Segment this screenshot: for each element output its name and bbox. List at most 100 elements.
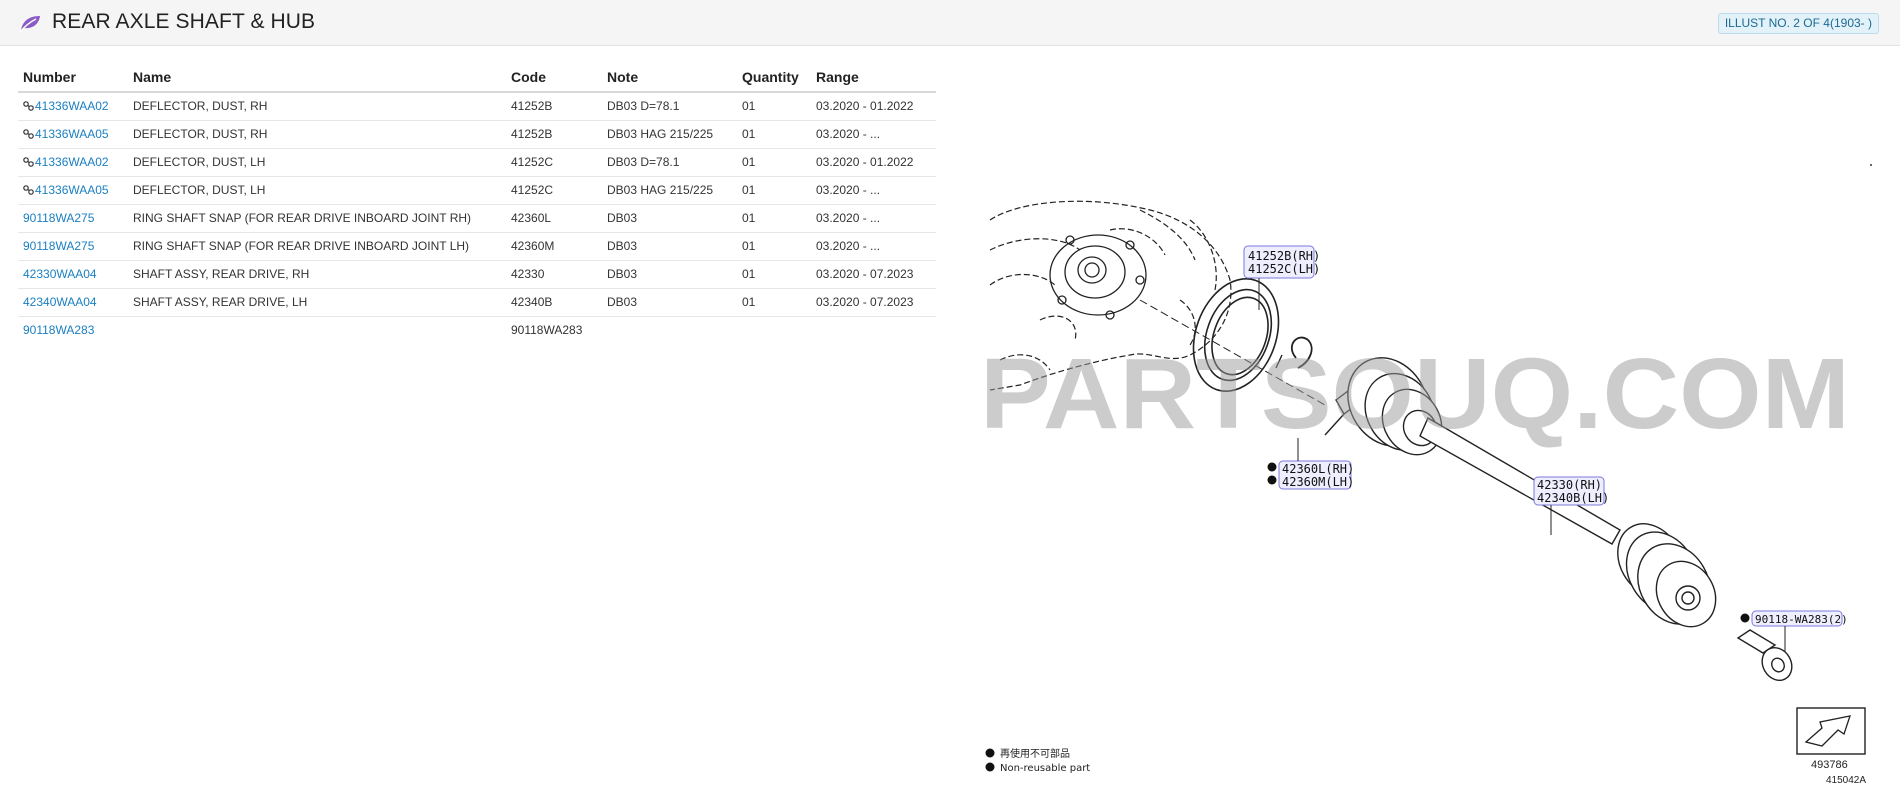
column-header-code[interactable]: Code bbox=[506, 62, 602, 93]
part-name-cell: SHAFT ASSY, REAR DRIVE, RH bbox=[128, 260, 506, 289]
illust-number-badge: ILLUST NO. 2 OF 4(1903- ) bbox=[1717, 13, 1879, 34]
part-code-cell: 42340B bbox=[506, 288, 602, 317]
part-number-link[interactable]: 41336WAA05 bbox=[35, 183, 109, 197]
part-name-cell: SHAFT ASSY, REAR DRIVE, LH bbox=[128, 288, 506, 317]
callout-shaft-lh: 42340B(LH) bbox=[1537, 491, 1609, 505]
column-header-note[interactable]: Note bbox=[602, 62, 737, 93]
callout-snap-rh: 42360L(RH) bbox=[1282, 462, 1354, 476]
leaf-icon bbox=[19, 16, 40, 33]
hub-flange-drawing bbox=[1049, 234, 1147, 320]
part-code-cell: 42360M bbox=[506, 232, 602, 261]
part-code-cell: 41252C bbox=[506, 176, 602, 205]
part-number-link[interactable]: 90118WA283 bbox=[23, 323, 94, 337]
page-header: REAR AXLE SHAFT & HUB ILLUST NO. 2 OF 4(… bbox=[0, 0, 1900, 46]
part-name-cell: DEFLECTOR, DUST, LH bbox=[128, 176, 506, 205]
link-icon bbox=[23, 129, 34, 139]
link-icon bbox=[23, 157, 34, 167]
part-note-cell: DB03 bbox=[602, 288, 737, 317]
link-icon bbox=[23, 185, 34, 195]
table-row[interactable]: 41336WAA05 DEFLECTOR, DUST, LH 41252C DB… bbox=[18, 176, 936, 205]
part-range-cell: 03.2020 - ... bbox=[811, 232, 936, 261]
part-number-cell: 41336WAA05 bbox=[18, 120, 128, 149]
part-number-link[interactable]: 41336WAA05 bbox=[35, 127, 109, 141]
callout-deflector-rh: 41252B(RH) bbox=[1248, 249, 1320, 263]
table-row[interactable]: 90118WA275 RING SHAFT SNAP (FOR REAR DRI… bbox=[18, 204, 936, 233]
part-number-cell: 42340WAA04 bbox=[18, 288, 128, 317]
part-quantity-cell: 01 bbox=[737, 260, 811, 289]
stray-mark bbox=[1870, 164, 1872, 166]
column-header-range[interactable]: Range bbox=[811, 62, 936, 93]
part-range-cell: 03.2020 - 07.2023 bbox=[811, 260, 936, 289]
part-name-cell: RING SHAFT SNAP (FOR REAR DRIVE INBOARD … bbox=[128, 204, 506, 233]
part-number-cell: 41336WAA02 bbox=[18, 92, 128, 121]
reference-number: 493786 bbox=[1811, 759, 1848, 771]
column-header-name[interactable]: Name bbox=[128, 62, 506, 93]
callout-shaft-rh: 42330(RH) bbox=[1537, 478, 1602, 492]
page-title: REAR AXLE SHAFT & HUB bbox=[52, 10, 316, 33]
part-range-cell: 03.2020 - 07.2023 bbox=[811, 288, 936, 317]
part-name-cell: DEFLECTOR, DUST, LH bbox=[128, 148, 506, 177]
table-row[interactable]: 90118WA275 RING SHAFT SNAP (FOR REAR DRI… bbox=[18, 232, 936, 261]
part-number-link[interactable]: 90118WA275 bbox=[23, 211, 94, 225]
part-code-cell: 41252B bbox=[506, 92, 602, 121]
reference-box: 493786 415042A bbox=[1796, 707, 1866, 786]
table-row[interactable]: 41336WAA05 DEFLECTOR, DUST, RH 41252B DB… bbox=[18, 120, 936, 149]
part-name-cell bbox=[128, 316, 506, 344]
link-icon bbox=[23, 101, 34, 112]
bolt-drawing bbox=[1736, 629, 1793, 682]
table-row[interactable]: 42330WAA04 SHAFT ASSY, REAR DRIVE, RH 42… bbox=[18, 260, 936, 289]
part-note-cell: DB03 bbox=[602, 232, 737, 261]
part-name-cell: DEFLECTOR, DUST, RH bbox=[128, 92, 506, 121]
part-number-link[interactable]: 41336WAA02 bbox=[35, 155, 109, 169]
parts-table: Number Name Code Note Quantity Range 413… bbox=[18, 62, 936, 344]
part-code-cell: 42360L bbox=[506, 204, 602, 233]
part-quantity-cell: 01 bbox=[737, 288, 811, 317]
part-code-cell: 42330 bbox=[506, 260, 602, 289]
table-header-row: Number Name Code Note Quantity Range bbox=[18, 62, 936, 93]
part-number-cell: 41336WAA02 bbox=[18, 148, 128, 177]
part-range-cell: 03.2020 - ... bbox=[811, 204, 936, 233]
table-row[interactable]: 41336WAA02 DEFLECTOR, DUST, RH 41252B DB… bbox=[18, 92, 936, 121]
part-range-cell: 03.2020 - ... bbox=[811, 176, 936, 205]
column-header-number[interactable]: Number bbox=[18, 62, 128, 93]
illust-code: 415042A bbox=[1826, 775, 1866, 786]
exploded-diagram[interactable]: PARTSOUQ.COM 41252B(RH) 41252C(LH) 42360… bbox=[980, 190, 1880, 800]
legend-jp-text: 再使用不可部品 bbox=[1000, 747, 1070, 760]
callout-snap-lh: 42360M(LH) bbox=[1282, 475, 1354, 489]
part-note-cell: DB03 bbox=[602, 260, 737, 289]
part-note-cell: DB03 HAG 215/225 bbox=[602, 176, 737, 205]
part-range-cell: 03.2020 - ... bbox=[811, 120, 936, 149]
part-note-cell: DB03 HAG 215/225 bbox=[602, 120, 737, 149]
part-number-link[interactable]: 41336WAA02 bbox=[35, 99, 109, 113]
table-row[interactable]: 42340WAA04 SHAFT ASSY, REAR DRIVE, LH 42… bbox=[18, 288, 936, 317]
part-number-cell: 90118WA283 bbox=[18, 316, 128, 344]
callout-bolt-label: 90118-WA283(2) bbox=[1755, 613, 1848, 626]
column-header-quantity[interactable]: Quantity bbox=[737, 62, 811, 93]
part-name-cell: RING SHAFT SNAP (FOR REAR DRIVE INBOARD … bbox=[128, 232, 506, 261]
part-quantity-cell bbox=[737, 316, 811, 344]
part-quantity-cell: 01 bbox=[737, 232, 811, 261]
legend-en-text: Non-reusable part bbox=[1000, 763, 1090, 774]
part-number-link[interactable]: 42330WAA04 bbox=[23, 267, 97, 281]
callout-deflector-lh: 41252C(LH) bbox=[1248, 262, 1320, 276]
part-note-cell: DB03 bbox=[602, 204, 737, 233]
part-number-cell: 90118WA275 bbox=[18, 204, 128, 233]
part-range-cell bbox=[811, 316, 936, 344]
part-code-cell: 41252C bbox=[506, 148, 602, 177]
table-row[interactable]: 90118WA283 90118WA283 bbox=[18, 316, 936, 344]
part-name-cell: DEFLECTOR, DUST, RH bbox=[128, 120, 506, 149]
table-row[interactable]: 41336WAA02 DEFLECTOR, DUST, LH 41252C DB… bbox=[18, 148, 936, 177]
part-code-cell: 41252B bbox=[506, 120, 602, 149]
watermark-text: PARTSOUQ.COM bbox=[980, 338, 1850, 450]
part-note-cell bbox=[602, 316, 737, 344]
part-quantity-cell: 01 bbox=[737, 120, 811, 149]
part-quantity-cell: 01 bbox=[737, 92, 811, 121]
part-number-link[interactable]: 90118WA275 bbox=[23, 239, 94, 253]
part-quantity-cell: 01 bbox=[737, 148, 811, 177]
part-code-cell: 90118WA283 bbox=[511, 323, 583, 338]
part-number-cell: 41336WAA05 bbox=[18, 176, 128, 205]
callout-deflector[interactable]: 41252B(RH) 41252C(LH) bbox=[1243, 245, 1320, 310]
part-quantity-cell: 01 bbox=[737, 176, 811, 205]
part-number-link[interactable]: 42340WAA04 bbox=[23, 295, 97, 309]
part-note-cell: DB03 D=78.1 bbox=[602, 148, 737, 177]
